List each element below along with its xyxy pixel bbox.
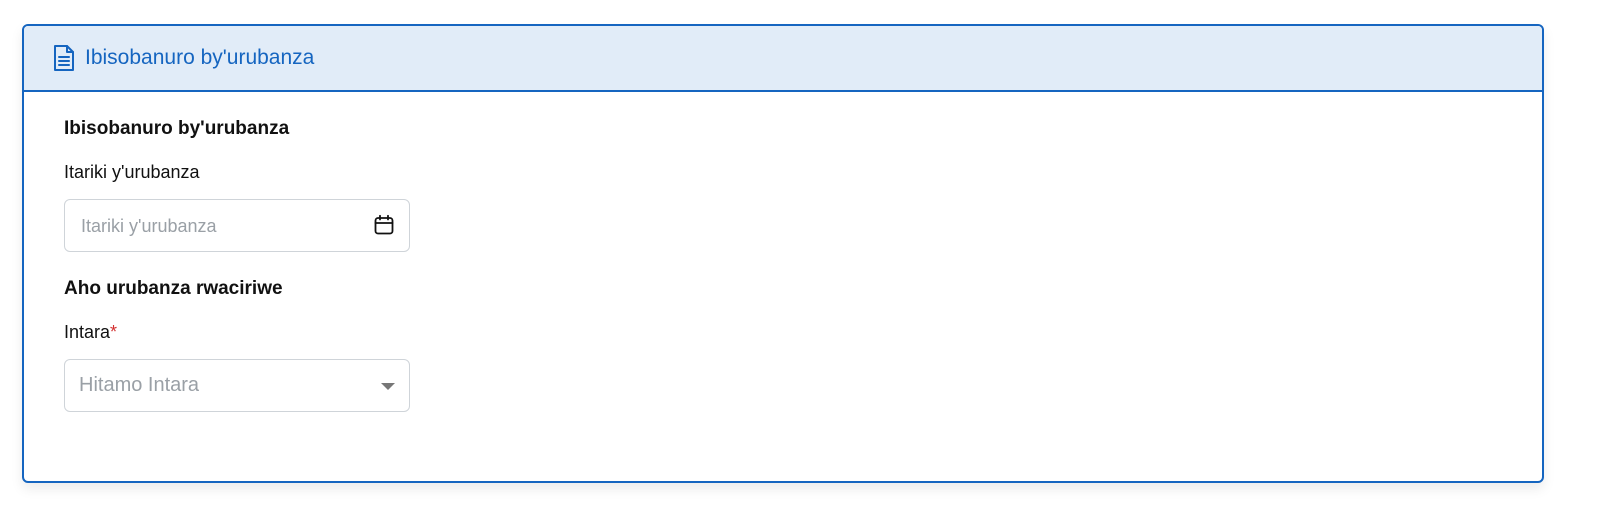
required-mark: *: [110, 322, 118, 342]
calendar-icon[interactable]: [373, 214, 395, 236]
case-date-field[interactable]: [64, 199, 410, 253]
card-header: Ibisobanuro by'urubanza: [24, 26, 1542, 92]
card-header-title: Ibisobanuro by'urubanza: [85, 46, 315, 69]
case-location-section-title: Aho urubanza rwaciriwe: [64, 278, 283, 299]
province-select-placeholder: Hitamo Intara: [79, 374, 200, 396]
case-details-card: Ibisobanuro by'urubanza Ibisobanuro by'u…: [22, 24, 1544, 483]
case-details-section-title: Ibisobanuro by'urubanza: [64, 118, 290, 139]
case-date-input[interactable]: [65, 200, 363, 253]
document-icon: [52, 44, 76, 72]
chevron-down-icon[interactable]: [381, 383, 395, 390]
case-date-label: Itariki y'urubanza: [64, 162, 200, 182]
province-select[interactable]: Hitamo Intara: [64, 359, 410, 412]
province-label: Intara*: [64, 322, 117, 343]
province-label-text: Intara: [64, 322, 111, 342]
